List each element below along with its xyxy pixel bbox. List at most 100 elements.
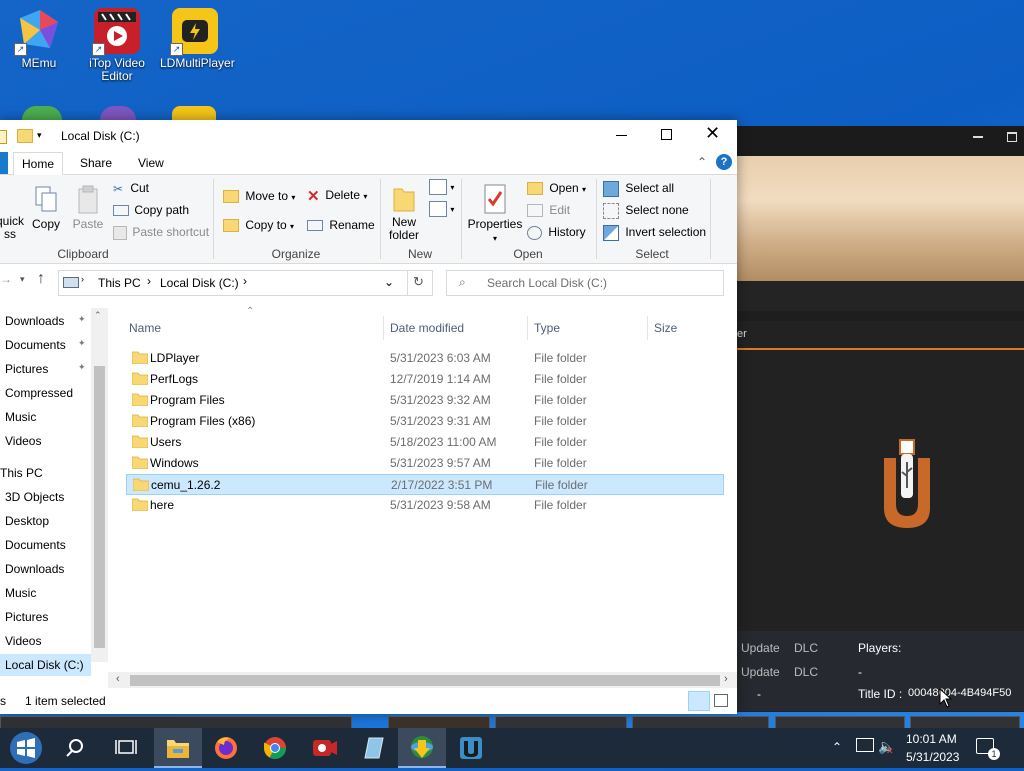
nav-item-pictures-pc[interactable]: Pictures	[5, 606, 48, 628]
quick-access-dropdown-icon[interactable]: ▾	[37, 130, 42, 141]
cut-button[interactable]: ✂ Cut	[113, 181, 149, 196]
start-button[interactable]	[2, 728, 50, 768]
taskbar-recorder[interactable]	[300, 728, 348, 768]
delete-button[interactable]: ✕ Delete ▾	[307, 187, 367, 205]
nav-item-pictures[interactable]: Pictures	[5, 358, 48, 380]
nav-item-local-disk[interactable]: Local Disk (C:)	[0, 654, 91, 676]
horizontal-scrollbar[interactable]: ‹ ›	[108, 672, 737, 689]
column-header-type[interactable]: Type	[534, 316, 560, 340]
forward-arrow-icon[interactable]: →	[0, 272, 12, 286]
background-app-window[interactable]: er Update DLC Players: Update DLC - - Ti…	[737, 126, 1024, 712]
maximize-icon[interactable]	[1007, 132, 1017, 142]
table-row[interactable]: Windows 5/31/2023 9:57 AM File folder	[126, 453, 724, 474]
up-arrow-icon[interactable]: ↑	[37, 270, 45, 288]
network-icon[interactable]	[856, 738, 874, 752]
search-button[interactable]	[54, 728, 102, 768]
nav-item-3d-objects[interactable]: 3D Objects	[5, 486, 64, 508]
breadcrumb-this-pc[interactable]: This PC	[98, 276, 141, 290]
nav-pane-scrollbar[interactable]: ⌃	[91, 308, 108, 662]
open-button[interactable]: Open ▾	[527, 181, 586, 196]
minimize-icon[interactable]	[616, 135, 627, 136]
history-button[interactable]: History	[527, 225, 586, 240]
nav-item-this-pc[interactable]: This PC	[0, 462, 43, 484]
nav-item-downloads-pc[interactable]: Downloads	[5, 558, 64, 580]
nav-item-music-pc[interactable]: Music	[5, 582, 36, 604]
file-explorer-window[interactable]: ▾ Local Disk (C:) ✕ Home Share View ⌃ ? …	[0, 120, 737, 714]
address-dropdown-icon[interactable]: ⌄	[384, 275, 394, 289]
taskbar-game-app[interactable]	[447, 728, 495, 768]
table-row[interactable]: Program Files (x86) 5/31/2023 9:31 AM File…	[126, 411, 724, 432]
nav-item-videos[interactable]: Videos	[5, 430, 41, 452]
edit-icon	[527, 204, 543, 218]
nav-item-documents[interactable]: Documents	[5, 334, 66, 356]
tab-label[interactable]: er	[737, 328, 747, 340]
column-header-size[interactable]: Size	[654, 316, 677, 340]
properties-quick-icon[interactable]	[0, 130, 7, 144]
easy-access-button[interactable]: ▾	[429, 201, 454, 217]
scroll-up-icon[interactable]: ⌃	[94, 310, 102, 321]
tab-home[interactable]: Home	[13, 152, 64, 176]
copy-path-button[interactable]: Copy path	[113, 203, 189, 217]
tab-share[interactable]: Share	[72, 152, 120, 174]
paste-button[interactable]: Paste	[71, 185, 105, 231]
show-hidden-icons[interactable]: ⌃	[832, 740, 842, 754]
taskbar-download-manager[interactable]	[398, 728, 446, 768]
file-tab[interactable]	[0, 152, 8, 174]
copy-button[interactable]: Copy	[30, 185, 62, 231]
taskbar-notepad[interactable]	[349, 728, 397, 768]
help-icon[interactable]: ?	[716, 154, 732, 170]
scroll-left-icon[interactable]: ‹	[116, 673, 120, 685]
recent-locations-icon[interactable]: ▾	[20, 274, 25, 285]
desktop-icon-memu[interactable]: ↗ MEmu	[4, 8, 74, 70]
properties-button[interactable]: Properties ▾	[466, 183, 524, 245]
select-none-button[interactable]: Select none	[603, 203, 689, 219]
large-icons-view-icon[interactable]	[714, 694, 728, 707]
breadcrumb-local-disk[interactable]: Local Disk (C:)	[160, 276, 239, 290]
move-to-button[interactable]: Move to ▾	[223, 189, 295, 204]
refresh-button[interactable]: ↻	[406, 270, 433, 296]
scrollbar-thumb[interactable]	[130, 675, 720, 686]
scroll-right-icon[interactable]: ›	[724, 673, 728, 685]
collapse-ribbon-icon[interactable]: ⌃	[697, 155, 707, 169]
nav-item-videos-pc[interactable]: Videos	[5, 630, 41, 652]
nav-item-compressed[interactable]: Compressed	[5, 382, 73, 404]
desktop-icon-ldmultiplayer[interactable]: ↗ LDMultiPlayer	[160, 8, 235, 70]
edit-button[interactable]: Edit	[527, 203, 570, 218]
table-row[interactable]: LDPlayer 5/31/2023 6:03 AM File folder	[126, 348, 724, 369]
maximize-icon[interactable]	[661, 129, 672, 140]
search-input[interactable]: ⌕ Search Local Disk (C:)	[446, 270, 724, 296]
table-row[interactable]: here 5/31/2023 9:58 AM File folder	[126, 495, 724, 516]
nav-item-music[interactable]: Music	[5, 406, 36, 428]
clock[interactable]: 10:01 AM 5/31/2023	[906, 732, 959, 764]
minimize-icon[interactable]	[973, 136, 983, 138]
table-row[interactable]: Program Files 5/31/2023 9:32 AM File folde…	[126, 390, 724, 411]
details-view-icon[interactable]	[688, 691, 710, 711]
paste-shortcut-button[interactable]: Paste shortcut	[113, 225, 209, 240]
close-icon[interactable]: ✕	[705, 123, 720, 143]
pin-quick-access-button[interactable]: quick ss	[0, 185, 24, 241]
scrollbar-thumb[interactable]	[94, 366, 105, 648]
nav-item-desktop[interactable]: Desktop	[5, 510, 49, 532]
task-view-button[interactable]	[102, 728, 150, 768]
table-row[interactable]: cemu_1.26.2 2/17/2022 3:51 PM File folder	[126, 474, 724, 495]
select-all-button[interactable]: Select all	[603, 181, 674, 197]
new-item-button[interactable]: ▾	[429, 179, 454, 195]
folder-quick-icon[interactable]	[17, 129, 33, 143]
rename-button[interactable]: Rename	[307, 218, 375, 232]
nav-item-downloads[interactable]: Downloads	[5, 310, 64, 332]
taskbar-file-explorer[interactable]	[154, 728, 202, 768]
taskbar-firefox[interactable]	[202, 728, 250, 768]
invert-selection-button[interactable]: Invert selection	[603, 225, 706, 241]
column-header-date[interactable]: Date modified	[390, 316, 464, 340]
taskbar-chrome[interactable]	[251, 728, 299, 768]
table-row[interactable]: Users 5/18/2023 11:00 AM File folder	[126, 432, 724, 453]
desktop-icon-itop-video-editor[interactable]: ↗ iTop Video Editor	[82, 8, 152, 83]
column-header-name[interactable]: Name	[129, 316, 161, 340]
table-row[interactable]: PerfLogs 12/7/2019 1:14 AM File folder	[126, 369, 724, 390]
new-folder-button[interactable]: New folder	[384, 183, 424, 242]
nav-item-documents-pc[interactable]: Documents	[5, 534, 66, 556]
dlc-label: DLC	[794, 641, 819, 655]
tab-view[interactable]: View	[130, 152, 172, 174]
address-bar[interactable]: › This PC › Local Disk (C:) › ⌄	[58, 270, 408, 296]
copy-to-button[interactable]: Copy to ▾	[223, 218, 294, 233]
